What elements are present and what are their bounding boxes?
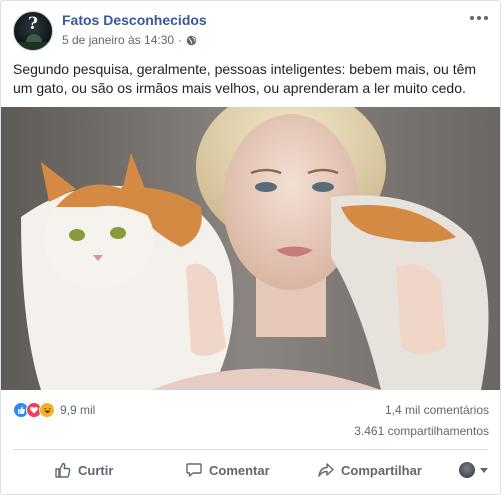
comment-button-label: Comentar [209, 462, 270, 478]
post-card: ? Fatos Desconhecidos 5 de janeiro às 14… [0, 0, 501, 495]
thumbs-up-outline-icon [55, 462, 71, 478]
share-arrow-icon [318, 463, 334, 477]
post-header: ? Fatos Desconhecidos 5 de janeiro às 14… [13, 11, 488, 51]
like-button[interactable]: Curtir [54, 461, 113, 479]
like-button-label: Curtir [78, 462, 114, 478]
more-dot-3 [484, 16, 488, 20]
user-avatar [459, 462, 475, 478]
haha-reaction-icon [39, 402, 55, 418]
share-button-label: Compartilhar [341, 462, 422, 478]
thumbs-up-icon [18, 406, 25, 414]
reactions-summary[interactable]: 9,9 mil [13, 401, 95, 419]
action-bar: Curtir Comentar Compartilhar [13, 453, 488, 487]
chevron-down-icon [480, 467, 488, 473]
more-dot-2 [477, 16, 481, 20]
heart-icon [30, 406, 38, 414]
comment-bubble-icon [186, 463, 202, 477]
meta-separator: · [178, 33, 183, 47]
post-text: Segundo pesquisa, geralmente, pessoas in… [13, 61, 477, 96]
shares-count-link[interactable]: 3.461 compartilhamentos [354, 424, 489, 438]
avatar-ground [18, 42, 50, 50]
page-name-link[interactable]: Fatos Desconhecidos [62, 12, 207, 28]
more-options-icon[interactable] [470, 13, 488, 23]
comments-count-link[interactable]: 1,4 mil comentários [385, 403, 489, 417]
share-button[interactable]: Compartilhar [317, 461, 422, 479]
globe-icon[interactable] [186, 35, 197, 46]
photo-illustration [1, 107, 500, 390]
more-dot-1 [470, 16, 474, 20]
comment-button[interactable]: Comentar [185, 461, 270, 479]
avatar-question-mark: ? [28, 14, 38, 34]
post-meta: 5 de janeiro às 14:30 · [62, 33, 197, 47]
laughing-face-icon [43, 407, 51, 413]
reactions-count[interactable]: 9,9 mil [60, 403, 95, 417]
actions-divider [13, 449, 488, 450]
audience-selector[interactable] [459, 462, 488, 478]
post-timestamp[interactable]: 5 de janeiro às 14:30 [62, 33, 174, 47]
post-photo[interactable] [1, 107, 500, 390]
page-avatar[interactable]: ? [13, 11, 53, 51]
